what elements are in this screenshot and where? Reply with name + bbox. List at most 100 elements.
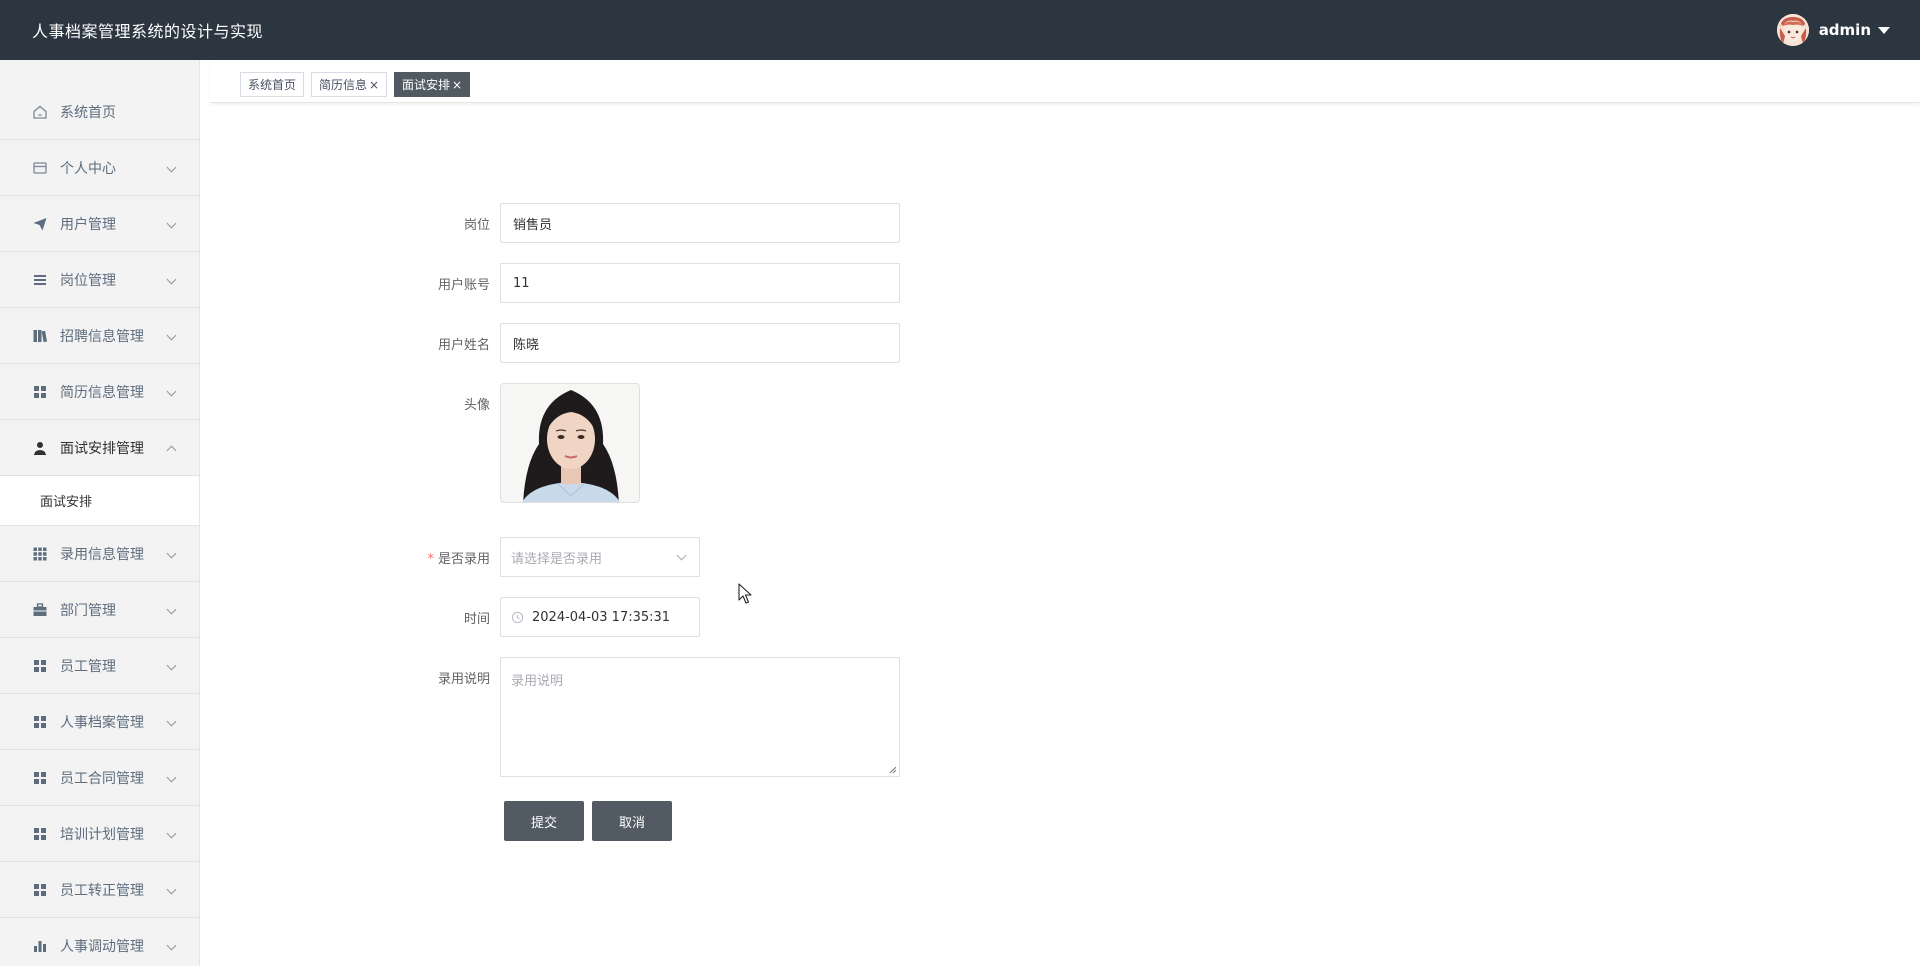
position-label: 岗位 (463, 218, 490, 233)
hired-label: * 是否录用 (390, 548, 490, 567)
chevron-down-icon (166, 716, 177, 727)
close-icon[interactable]: × (452, 78, 462, 92)
sidebar-item-label: 岗位管理 (60, 272, 116, 289)
sidebar-item-hiring[interactable]: 录用信息管理 (0, 526, 199, 582)
home-icon (32, 104, 48, 120)
position-field[interactable]: 销售员 (500, 203, 900, 243)
sidebar-item-contracts[interactable]: 员工合同管理 (0, 750, 199, 806)
chevron-down-icon (166, 772, 177, 783)
list-icon (32, 272, 48, 288)
submit-button[interactable]: 提交 (504, 801, 584, 841)
user-avatar (1776, 14, 1809, 46)
sidebar-item-profile[interactable]: 个人中心 (0, 140, 199, 196)
tags-bar: 系统首页 简历信息 × 面试安排 × (210, 60, 1920, 103)
sidebar-item-label: 人事调动管理 (60, 938, 144, 955)
mouse-cursor-icon (738, 583, 752, 604)
note-label: 录用说明 (437, 672, 490, 687)
tab-label: 面试安排 (402, 78, 451, 92)
sidebar-item-regularization[interactable]: 员工转正管理 (0, 862, 199, 918)
wallet-icon (32, 160, 48, 176)
sidebar-item-label: 简历信息管理 (60, 384, 144, 401)
caret-down-icon (1878, 26, 1890, 34)
chevron-down-icon (166, 884, 177, 895)
chevron-down-icon (166, 274, 177, 285)
chevron-up-icon (166, 445, 177, 456)
sidebar-item-label: 人事档案管理 (60, 714, 144, 731)
resize-handle-icon[interactable] (889, 766, 897, 774)
tab-interview-schedule[interactable]: 面试安排 × (394, 72, 471, 97)
grid-icon (32, 384, 48, 400)
books-icon (32, 328, 48, 344)
hired-select[interactable]: 请选择是否录用 (500, 537, 700, 577)
sidebar-item-training[interactable]: 培训计划管理 (0, 806, 199, 862)
sidebar-item-transfers[interactable]: 人事调动管理 (0, 918, 199, 966)
required-marker: * (427, 552, 434, 567)
send-icon (32, 216, 48, 232)
sidebar-item-label: 个人中心 (60, 160, 116, 177)
sidebar-item-label: 录用信息管理 (60, 546, 144, 563)
note-textarea[interactable]: 录用说明 (500, 657, 900, 777)
chevron-down-icon (166, 218, 177, 229)
chevron-down-icon (166, 940, 177, 951)
chevron-down-icon (166, 548, 177, 559)
sidebar-item-hr-files[interactable]: 人事档案管理 (0, 694, 199, 750)
sidebar-item-resumes[interactable]: 简历信息管理 (0, 364, 199, 420)
tab-label: 简历信息 (319, 78, 368, 92)
user-menu[interactable]: admin (1776, 14, 1890, 46)
grid-icon (32, 658, 48, 674)
account-field[interactable]: 11 (500, 263, 900, 303)
account-label: 用户账号 (437, 278, 490, 293)
sidebar-item-label: 系统首页 (60, 104, 116, 121)
briefcase-icon (32, 602, 48, 618)
sidebar-item-label: 招聘信息管理 (60, 328, 144, 345)
sidebar-item-label: 员工转正管理 (60, 882, 144, 899)
submenu-item-interview-schedule[interactable]: 面试安排 (0, 476, 199, 526)
chevron-down-icon (676, 550, 687, 561)
avatar-photo[interactable] (500, 383, 640, 503)
sidebar-item-label: 培训计划管理 (60, 826, 144, 843)
tab-resume-info[interactable]: 简历信息 × (311, 72, 388, 97)
grid-icon (32, 770, 48, 786)
apps-icon (32, 546, 48, 562)
sidebar-item-home[interactable]: 系统首页 (0, 84, 199, 140)
bar-chart-icon (32, 938, 48, 954)
sidebar-item-label: 部门管理 (60, 602, 116, 619)
chevron-down-icon (166, 162, 177, 173)
note-placeholder: 录用说明 (511, 674, 564, 689)
sidebar-item-recruitment[interactable]: 招聘信息管理 (0, 308, 199, 364)
cancel-button[interactable]: 取消 (592, 801, 672, 841)
name-label: 用户姓名 (437, 338, 490, 353)
person-icon (32, 440, 48, 456)
avatar-label: 头像 (463, 398, 490, 413)
hired-label-text: 是否录用 (437, 552, 490, 567)
sidebar-item-label: 员工合同管理 (60, 770, 144, 787)
top-header: 人事档案管理系统的设计与实现 admin (0, 0, 1920, 60)
username: admin (1818, 21, 1871, 39)
chevron-down-icon (166, 604, 177, 615)
time-label: 时间 (463, 612, 490, 627)
sidebar-item-label: 员工管理 (60, 658, 116, 675)
sidebar-item-employees[interactable]: 员工管理 (0, 638, 199, 694)
time-value: 2024-04-03 17:35:31 (532, 609, 671, 625)
sidebar-item-label: 用户管理 (60, 216, 116, 233)
sidebar-item-users[interactable]: 用户管理 (0, 196, 199, 252)
hired-select-placeholder: 请选择是否录用 (511, 551, 603, 567)
time-picker[interactable]: 2024-04-03 17:35:31 (500, 597, 700, 637)
tab-home[interactable]: 系统首页 (240, 72, 305, 97)
tab-label: 系统首页 (248, 78, 297, 92)
sidebar-item-label: 面试安排管理 (60, 440, 144, 457)
chevron-down-icon (166, 330, 177, 341)
chevron-down-icon (166, 828, 177, 839)
grid-icon (32, 882, 48, 898)
sidebar-item-departments[interactable]: 部门管理 (0, 582, 199, 638)
app-title: 人事档案管理系统的设计与实现 (32, 22, 264, 41)
sidebar: 系统首页 个人中心 用户管理 岗位管理 招聘信息管理 简历信息管理 面试安排管理… (0, 60, 200, 966)
clock-icon (511, 611, 524, 624)
name-field[interactable]: 陈晓 (500, 323, 900, 363)
close-icon[interactable]: × (369, 78, 379, 92)
sidebar-item-interviews[interactable]: 面试安排管理 (0, 420, 199, 476)
grid-icon (32, 826, 48, 842)
grid-icon (32, 714, 48, 730)
sidebar-item-positions[interactable]: 岗位管理 (0, 252, 199, 308)
chevron-down-icon (166, 386, 177, 397)
